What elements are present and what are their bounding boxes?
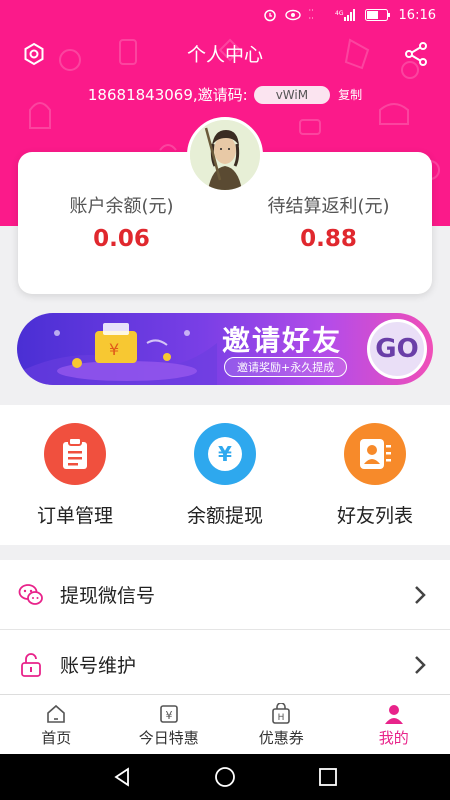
signal-icon: 4G (335, 9, 357, 21)
tab-home[interactable]: 首页 (0, 695, 113, 754)
share-icon (405, 42, 427, 66)
banner-subtitle: 邀请奖励+永久提成 (224, 357, 348, 377)
wechat-icon (18, 582, 44, 608)
share-button[interactable] (402, 40, 430, 68)
svg-text:4G: 4G (335, 10, 344, 17)
invite-line: 18681843069,邀请码: vWiM 复制 (0, 84, 450, 105)
tab-coupons[interactable]: H 优惠券 (225, 695, 338, 754)
alarm-icon (263, 8, 277, 22)
order-management-label: 订单管理 (36, 505, 113, 527)
back-icon[interactable] (111, 766, 133, 788)
clipboard-icon (44, 423, 106, 485)
tab-today-deals-label: 今日特惠 (138, 729, 199, 747)
invite-code: vWiM (253, 85, 331, 104)
system-nav-bar (0, 754, 450, 800)
copy-button[interactable]: 复制 (338, 86, 362, 103)
recents-icon[interactable] (317, 766, 339, 788)
svg-text:¥: ¥ (218, 442, 232, 466)
go-button[interactable]: GO (367, 319, 427, 379)
withdraw-balance-label: 余额提现 (186, 505, 263, 527)
avatar-image (190, 120, 260, 190)
settings-icon (24, 42, 44, 66)
home-icon (47, 704, 66, 723)
coupon-bag-icon: H (272, 703, 291, 724)
battery-icon (364, 9, 391, 21)
account-balance-value: 0.06 (93, 226, 150, 252)
home-circle-icon[interactable] (214, 766, 236, 788)
settings-menu: 提现微信号 账号维护 (0, 560, 450, 700)
menu-item-wechat-withdraw[interactable]: 提现微信号 (0, 560, 450, 630)
settings-button[interactable] (20, 40, 48, 68)
status-bar: ·· ·· 4G 16:16 (0, 0, 450, 30)
chevron-right-icon (415, 656, 426, 674)
menu-item-account-maintenance[interactable]: 账号维护 (0, 630, 450, 700)
yen-tag-icon: ¥ (159, 705, 178, 723)
contact-icon (344, 423, 406, 485)
yen-icon: ¥ (194, 423, 256, 485)
account-balance-label: 账户余额(元) (69, 196, 174, 217)
page-title: 个人中心 (186, 43, 263, 66)
svg-text:¥: ¥ (165, 709, 172, 722)
tab-home-label: 首页 (41, 729, 72, 747)
menu-item-wechat-withdraw-label: 提现微信号 (60, 585, 156, 607)
user-icon (384, 705, 403, 724)
pending-rebate-label: 待结算返利(元) (267, 196, 390, 217)
chevron-right-icon (415, 586, 426, 604)
tab-mine[interactable]: 我的 (338, 695, 450, 754)
svg-text:H: H (278, 713, 285, 723)
title-bar: 个人中心 (0, 30, 450, 76)
network-speed-icon: ·· ·· (308, 6, 314, 23)
bottom-tab-bar: 首页 ¥ 今日特惠 H 优惠券 我的 (0, 694, 450, 754)
tab-mine-label: 我的 (378, 729, 409, 747)
menu-item-account-maintenance-label: 账号维护 (60, 655, 137, 677)
eye-icon (284, 9, 301, 21)
phone-invite-text: 18681843069,邀请码: (87, 86, 248, 104)
withdraw-balance-button[interactable]: ¥ 余额提现 (150, 405, 300, 545)
order-management-button[interactable]: 订单管理 (0, 405, 150, 545)
quick-actions: 订单管理 ¥ 余额提现 好友列表 (0, 405, 450, 545)
tab-today-deals[interactable]: ¥ 今日特惠 (113, 695, 226, 754)
pending-rebate-value: 0.88 (300, 226, 357, 252)
friend-list-label: 好友列表 (336, 505, 413, 527)
lock-icon (18, 652, 44, 678)
status-time: 16:16 (398, 7, 436, 23)
account-balance[interactable]: 账户余额(元) 0.06 (18, 192, 225, 252)
invite-friends-banner[interactable]: ¥ 邀请好友 邀请奖励+永久提成 GO (17, 313, 433, 385)
tab-coupons-label: 优惠券 (258, 729, 304, 747)
pending-rebate[interactable]: 待结算返利(元) 0.88 (225, 192, 432, 252)
banner-illustration: ¥ (17, 323, 217, 385)
friend-list-button[interactable]: 好友列表 (300, 405, 450, 545)
banner-title: 邀请好友 (222, 324, 343, 357)
avatar[interactable] (187, 117, 263, 193)
svg-text:¥: ¥ (109, 340, 119, 359)
